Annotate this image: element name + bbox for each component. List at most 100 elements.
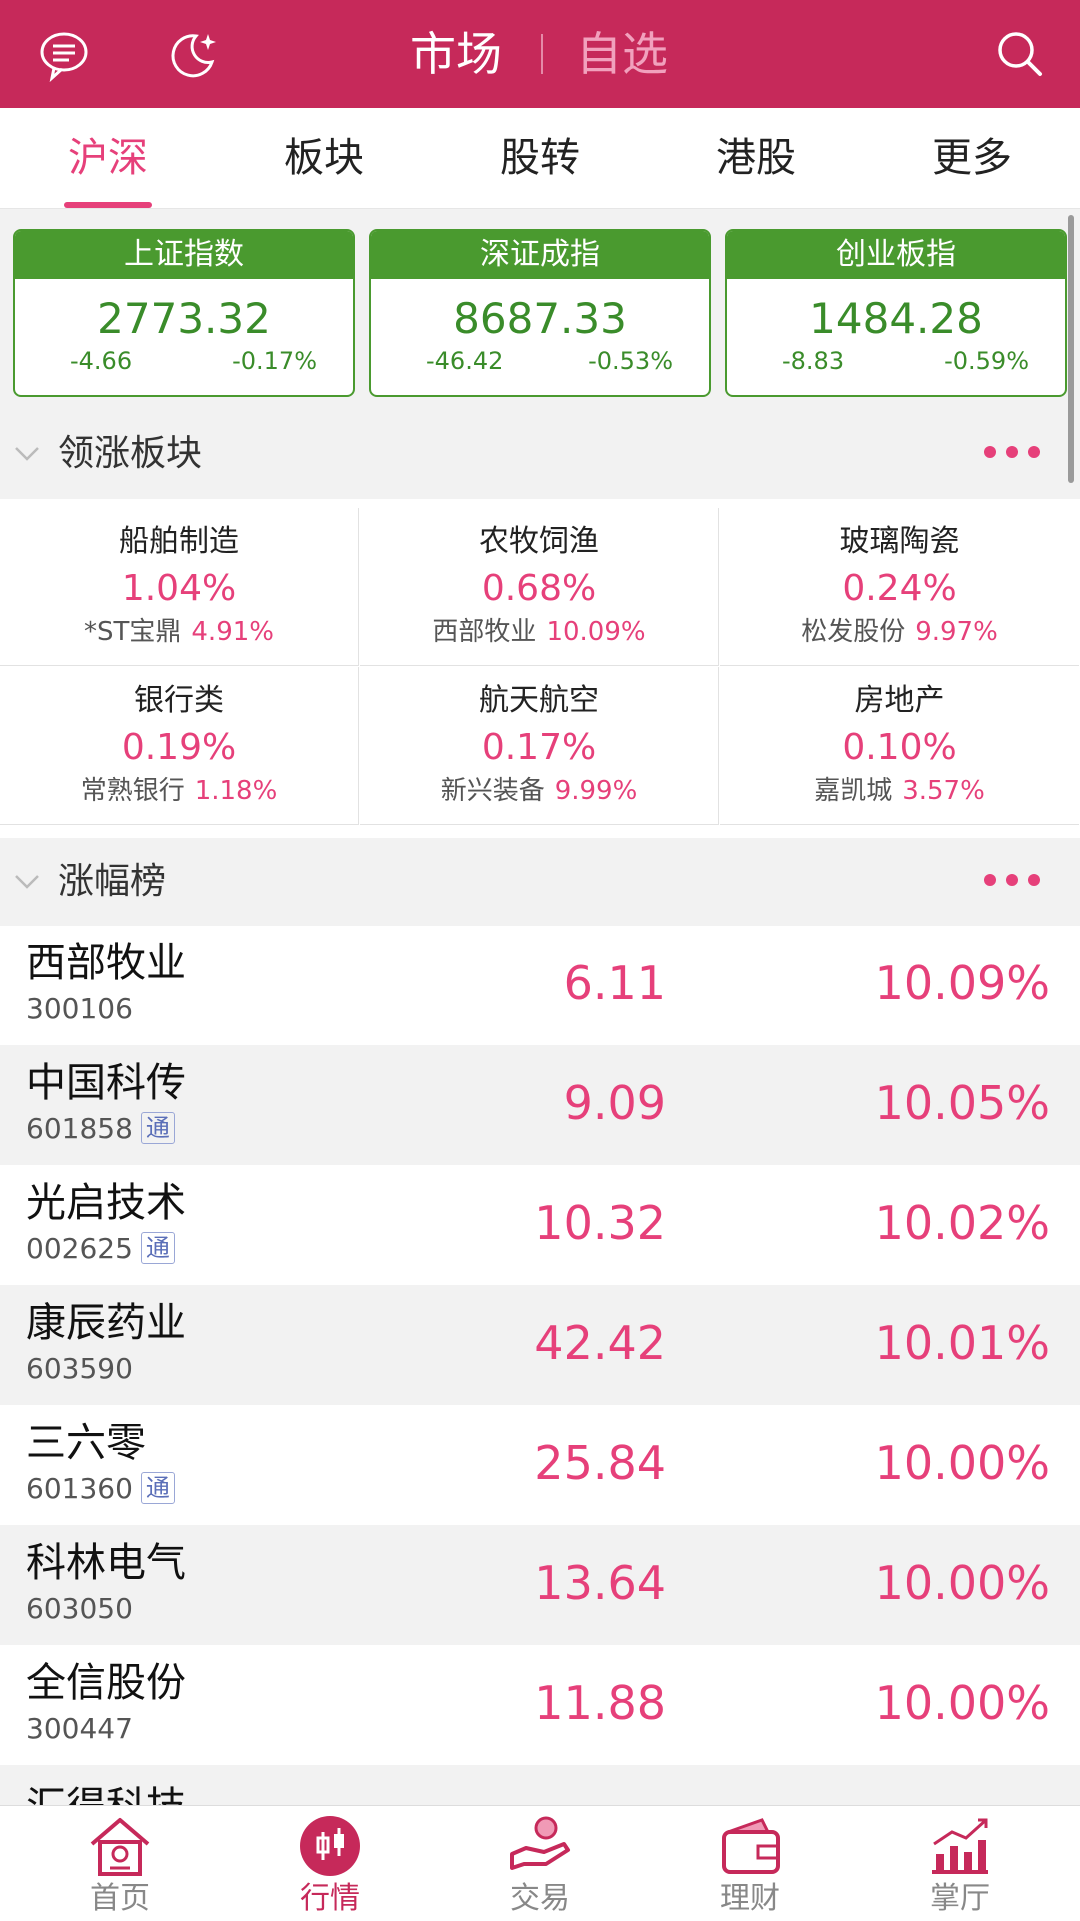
- stock-code: 601858 通: [26, 1111, 175, 1147]
- night-mode-icon[interactable]: [164, 26, 220, 82]
- nav-wealth[interactable]: 理财: [642, 1806, 858, 1921]
- more-options-icon[interactable]: [984, 446, 1040, 460]
- index-card-sse[interactable]: 上证指数 2773.32 -4.66 -0.17%: [13, 229, 355, 397]
- nav-trade[interactable]: 交易: [432, 1806, 648, 1921]
- sector-cell[interactable]: 玻璃陶瓷 0.24% 松发股份 9.97%: [720, 508, 1079, 666]
- section-title: 涨幅榜: [58, 861, 167, 902]
- sector-name: 银行类: [134, 683, 224, 718]
- nav-hall[interactable]: 掌厅: [852, 1806, 1068, 1921]
- stock-price: 13.64: [534, 1556, 666, 1610]
- sector-top-stock: 西部牧业 10.09%: [360, 614, 718, 650]
- index-card-szse[interactable]: 深证成指 8687.33 -46.42 -0.53%: [369, 229, 711, 397]
- index-card-chinext[interactable]: 创业板指 1484.28 -8.83 -0.59%: [725, 229, 1067, 397]
- nav-home[interactable]: 首页: [12, 1806, 228, 1921]
- tab-more[interactable]: 更多: [864, 108, 1080, 208]
- nav-market[interactable]: 行情: [222, 1806, 438, 1921]
- stock-code: 002625 通: [26, 1231, 175, 1267]
- sector-grid: 船舶制造 1.04% *ST宝鼎 4.91% 农牧饲渔 0.68% 西部牧业 10.…: [0, 508, 1080, 826]
- index-change-pct: -0.59%: [944, 347, 1029, 375]
- section-title: 领涨板块: [58, 433, 203, 474]
- stock-change-pct: 10.00%: [874, 1556, 1050, 1610]
- stock-change-pct: 10.01%: [874, 1316, 1050, 1370]
- sector-pct: 0.24%: [842, 568, 957, 609]
- tab-hk-stocks[interactable]: 港股: [648, 108, 864, 208]
- stock-row-partial[interactable]: 汇得科技: [0, 1765, 1080, 1805]
- top-stock-pct: 3.57%: [902, 776, 985, 806]
- sector-cell[interactable]: 房地产 0.10% 嘉凯城 3.57%: [720, 667, 1079, 825]
- top-header: 市场 自选: [0, 0, 1080, 108]
- stock-row[interactable]: 全信股份 300447 11.88 10.00%: [0, 1645, 1080, 1765]
- stock-name: 汇得科技: [26, 1779, 186, 1805]
- leading-sectors-header[interactable]: 领涨板块: [0, 410, 1080, 498]
- index-name: 上证指数: [15, 231, 353, 279]
- stock-row[interactable]: 中国科传 601858 通 9.09 10.05%: [0, 1045, 1080, 1165]
- sector-cell[interactable]: 农牧饲渔 0.68% 西部牧业 10.09%: [360, 508, 719, 666]
- code-text: 603590: [26, 1352, 133, 1385]
- sector-pct: 0.19%: [121, 727, 237, 768]
- code-text: 300447: [26, 1712, 133, 1745]
- chart-trend-icon: [932, 1818, 988, 1874]
- index-change: -4.66: [70, 347, 133, 375]
- nav-label: 掌厅: [930, 1881, 990, 1916]
- stock-row[interactable]: 康辰药业 603590 42.42 10.01%: [0, 1285, 1080, 1405]
- sector-top-stock: 新兴装备 9.99%: [360, 773, 718, 809]
- stock-name: 西部牧业: [26, 940, 186, 986]
- connect-badge: 通: [140, 1112, 175, 1144]
- stock-row[interactable]: 光启技术 002625 通 10.32 10.02%: [0, 1165, 1080, 1285]
- stock-change-pct: 10.00%: [874, 1436, 1050, 1490]
- index-value: 2773.32: [97, 294, 271, 343]
- stock-name: 全信股份: [26, 1660, 186, 1706]
- nav-label: 首页: [90, 1881, 150, 1916]
- top-stock-pct: 9.97%: [915, 617, 998, 647]
- stock-price: 25.84: [534, 1436, 666, 1490]
- stock-code: 603050: [26, 1591, 133, 1627]
- top-stock-name: 嘉凯城: [814, 776, 893, 806]
- connect-badge: 通: [140, 1232, 175, 1264]
- sector-name: 航天航空: [479, 683, 599, 718]
- gainers-header[interactable]: 涨幅榜: [0, 838, 1080, 926]
- stock-change-pct: 10.09%: [874, 956, 1050, 1010]
- stock-row[interactable]: 三六零 601360 通 25.84 10.00%: [0, 1405, 1080, 1525]
- index-name: 创业板指: [727, 231, 1065, 279]
- index-name: 深证成指: [371, 231, 709, 279]
- stock-row[interactable]: 西部牧业 300106 6.11 10.09%: [0, 925, 1080, 1045]
- tab-neeq[interactable]: 股转: [432, 108, 648, 208]
- sector-pct: 1.04%: [121, 568, 237, 609]
- tab-market[interactable]: 市场: [410, 26, 502, 82]
- sector-cell[interactable]: 船舶制造 1.04% *ST宝鼎 4.91%: [0, 508, 359, 666]
- connect-badge: 通: [140, 1472, 175, 1504]
- sector-top-stock: *ST宝鼎 4.91%: [0, 614, 358, 650]
- chevron-down-icon: [15, 875, 39, 889]
- scrollbar[interactable]: [1068, 215, 1074, 483]
- sector-cell[interactable]: 航天航空 0.17% 新兴装备 9.99%: [360, 667, 719, 825]
- active-tab-indicator: [64, 202, 152, 208]
- tab-sectors[interactable]: 板块: [216, 108, 432, 208]
- stock-price: 11.88: [534, 1676, 666, 1730]
- sector-pct: 0.68%: [481, 568, 597, 609]
- tab-shanghai-shenzhen[interactable]: 沪深: [0, 108, 216, 208]
- stock-code: 603590: [26, 1351, 133, 1387]
- bottom-nav: 首页 行情 交易 理财 掌厅: [0, 1805, 1080, 1921]
- code-text: 300106: [26, 992, 133, 1025]
- nav-label: 行情: [300, 1881, 360, 1916]
- stock-change-pct: 10.00%: [874, 1676, 1050, 1730]
- sector-top-stock: 松发股份 9.97%: [720, 614, 1079, 650]
- index-value: 8687.33: [453, 294, 627, 343]
- more-options-icon[interactable]: [984, 874, 1040, 888]
- sector-top-stock: 嘉凯城 3.57%: [720, 773, 1079, 809]
- trade-hand-icon: [510, 1816, 570, 1870]
- market-tabs: 沪深 板块 股转 港股 更多: [0, 108, 1080, 209]
- stock-code: 300447: [26, 1711, 133, 1747]
- top-stock-pct: 1.18%: [194, 776, 278, 806]
- stock-price: 10.32: [534, 1196, 666, 1250]
- message-icon[interactable]: [36, 26, 92, 82]
- sector-cell[interactable]: 银行类 0.19% 常熟银行 1.18%: [0, 667, 359, 825]
- stock-row[interactable]: 科林电气 603050 13.64 10.00%: [0, 1525, 1080, 1645]
- tab-watchlist[interactable]: 自选: [576, 26, 668, 82]
- stock-name: 光启技术: [26, 1180, 186, 1226]
- top-stock-name: 松发股份: [801, 617, 906, 647]
- header-divider: [541, 34, 543, 74]
- sector-name: 房地产: [854, 683, 945, 718]
- stock-code: 601360 通: [26, 1471, 175, 1507]
- search-icon[interactable]: [992, 26, 1048, 82]
